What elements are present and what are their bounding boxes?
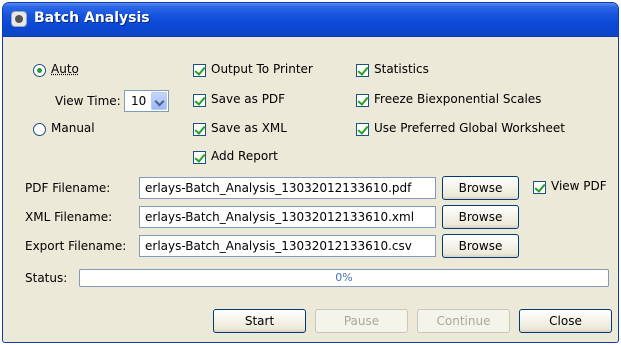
window-title: Batch Analysis — [34, 10, 150, 26]
auto-radio-label[interactable]: Auto — [51, 62, 79, 76]
add-report-checkbox[interactable] — [193, 151, 206, 164]
add-report-label[interactable]: Add Report — [211, 149, 278, 163]
close-button[interactable]: Close — [519, 309, 612, 333]
pdf-filename-label: PDF Filename: — [25, 181, 111, 195]
xml-browse-button[interactable]: Browse — [442, 205, 519, 229]
chevron-down-icon[interactable] — [151, 92, 167, 110]
pdf-filename-field[interactable]: erlays-Batch_Analysis_13032012133610.pdf — [139, 177, 436, 199]
export-browse-button[interactable]: Browse — [442, 234, 519, 258]
output-to-printer-label[interactable]: Output To Printer — [211, 62, 313, 76]
export-filename-field[interactable]: erlays-Batch_Analysis_13032012133610.csv — [139, 235, 436, 257]
view-pdf-checkbox[interactable] — [533, 181, 546, 194]
save-as-xml-checkbox[interactable] — [193, 123, 206, 136]
status-progress-bar: 0% — [79, 269, 609, 287]
output-to-printer-checkbox[interactable] — [193, 64, 206, 77]
manual-radio[interactable] — [33, 123, 46, 136]
view-pdf-label[interactable]: View PDF — [551, 179, 607, 193]
export-filename-label: Export Filename: — [25, 239, 127, 253]
title-bar[interactable]: Batch Analysis — [3, 3, 618, 37]
statistics-label[interactable]: Statistics — [374, 62, 429, 76]
xml-filename-field[interactable]: erlays-Batch_Analysis_13032012133610.xml — [139, 206, 436, 228]
use-preferred-global-worksheet-label[interactable]: Use Preferred Global Worksheet — [374, 121, 565, 135]
view-time-value: 10 — [131, 94, 147, 108]
save-as-xml-label[interactable]: Save as XML — [211, 121, 287, 135]
view-time-select[interactable]: 10 — [124, 90, 169, 112]
save-as-pdf-checkbox[interactable] — [193, 94, 206, 107]
app-icon — [11, 11, 27, 27]
continue-button[interactable]: Continue — [417, 309, 510, 333]
save-as-pdf-label[interactable]: Save as PDF — [211, 92, 285, 106]
auto-radio[interactable] — [33, 64, 46, 77]
pdf-browse-button[interactable]: Browse — [442, 176, 519, 200]
statistics-checkbox[interactable] — [356, 64, 369, 77]
xml-filename-label: XML Filename: — [25, 210, 113, 224]
use-preferred-global-worksheet-checkbox[interactable] — [356, 123, 369, 136]
manual-radio-label[interactable]: Manual — [51, 121, 95, 135]
batch-analysis-window: Batch Analysis Auto View Time: 10 Manual… — [2, 2, 619, 343]
progress-text: 0% — [335, 271, 353, 284]
view-time-label: View Time: — [55, 94, 121, 108]
status-label: Status: — [25, 271, 68, 285]
freeze-biexponential-scales-checkbox[interactable] — [356, 94, 369, 107]
freeze-biexponential-scales-label[interactable]: Freeze Biexponential Scales — [374, 92, 541, 106]
start-button[interactable]: Start — [213, 309, 306, 333]
pause-button[interactable]: Pause — [315, 309, 408, 333]
